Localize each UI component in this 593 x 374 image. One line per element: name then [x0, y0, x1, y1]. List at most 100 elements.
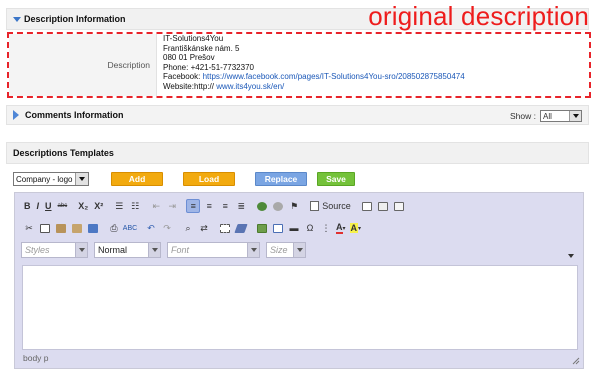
underline-button[interactable]: U [43, 199, 54, 213]
align-group: ≡ ≡ ≡ ≣ [185, 197, 249, 215]
description-label: Description [9, 34, 157, 96]
indent-icon[interactable]: ⇥ [165, 199, 179, 213]
source-icon [310, 201, 320, 211]
spellcheck-icon[interactable]: ABC [123, 221, 137, 235]
paste-word-icon[interactable] [86, 221, 100, 235]
chevron-down-icon[interactable] [75, 173, 88, 185]
facebook-line: Facebook: https://www.facebook.com/pages… [163, 72, 465, 82]
indent-group: ⇤ ⇥ [148, 197, 180, 215]
special-char-icon[interactable]: Ω [303, 221, 317, 235]
save-button[interactable]: Save [317, 172, 355, 186]
show-label: Show : [510, 111, 536, 121]
background-color-button[interactable]: A ▾ [349, 221, 363, 235]
bulleted-list-icon[interactable]: ☷ [128, 199, 142, 213]
format-combo[interactable]: Normal [94, 242, 161, 258]
font-combo[interactable]: Font [167, 242, 260, 258]
document-group [359, 197, 407, 215]
resize-grip-icon[interactable] [572, 357, 580, 365]
unlink-icon[interactable] [271, 199, 285, 213]
collapse-arrow-icon[interactable] [13, 16, 21, 22]
descriptions-templates-header: Descriptions Templates [6, 142, 589, 164]
company-name: IT-Solutions4You [163, 34, 224, 43]
chevron-down-icon[interactable] [148, 243, 160, 257]
chevron-down-icon: ▾ [342, 225, 346, 232]
print-group: ⎙ ABC [106, 219, 138, 237]
link-group: ⚑ [254, 197, 302, 215]
website-line: Website:http:// www.its4you.sk/en/ [163, 81, 285, 91]
text-style-group: B I U abc [21, 197, 70, 215]
subscript-button[interactable]: X₂ [76, 199, 90, 213]
replace-icon[interactable]: ⇄ [197, 221, 211, 235]
list-group: ☰ ☷ [111, 197, 143, 215]
new-page-icon[interactable] [360, 199, 374, 213]
bold-button[interactable]: B [22, 199, 33, 213]
align-center-icon[interactable]: ≡ [202, 199, 216, 213]
replace-button[interactable]: Replace [255, 172, 307, 186]
toolbar-collapse-icon[interactable] [567, 252, 575, 260]
section-title: Comments Information [25, 110, 124, 120]
strikethrough-button[interactable]: abc [56, 199, 70, 213]
editor-content-area[interactable] [22, 254, 578, 350]
size-combo[interactable]: Size [266, 242, 306, 258]
paste-icon[interactable] [54, 221, 68, 235]
align-justify-icon[interactable]: ≣ [234, 199, 248, 213]
load-button[interactable]: Load [183, 172, 235, 186]
horizontal-line-icon[interactable]: ▬ [287, 221, 301, 235]
anchor-flag-icon[interactable]: ⚑ [287, 199, 301, 213]
toolbar-row-3: Styles Normal Font Size [21, 241, 312, 259]
text-color-button[interactable]: A ▾ [335, 221, 347, 235]
toolbar-row-1: B I U abc X₂ X² ☰ ☷ ⇤ ⇥ ≡ ≡ ≡ ≣ ⚑ Source [21, 197, 412, 215]
link-icon[interactable] [255, 199, 269, 213]
cut-icon[interactable]: ✂ [22, 221, 36, 235]
section-title: Description Information [24, 14, 126, 24]
chevron-down-icon[interactable] [75, 243, 87, 257]
redo-icon[interactable]: ↷ [160, 221, 174, 235]
styles-combo[interactable]: Styles [21, 242, 88, 258]
preview-icon[interactable] [376, 199, 390, 213]
add-button[interactable]: Add [111, 172, 163, 186]
source-group: Source [307, 197, 354, 215]
template-select[interactable]: Company - logo [13, 172, 89, 186]
element-path: body p [23, 353, 49, 363]
print-icon[interactable]: ⎙ [107, 221, 121, 235]
insert-group: ▬ Ω ⋮ A ▾ A ▾ [254, 219, 363, 237]
select-all-icon[interactable] [218, 221, 232, 235]
chevron-down-icon[interactable] [247, 243, 259, 257]
find-group: ⌕ ⇄ [180, 219, 212, 237]
remove-format-icon[interactable] [234, 221, 248, 235]
comments-information-header[interactable]: Comments Information Show : All [6, 105, 589, 125]
table-icon[interactable] [271, 221, 285, 235]
align-right-icon[interactable]: ≡ [218, 199, 232, 213]
show-select[interactable]: All [540, 110, 582, 122]
templates-icon[interactable] [392, 199, 406, 213]
street: Františkánske nám. 5 [163, 43, 240, 53]
paste-text-icon[interactable] [70, 221, 84, 235]
undo-group: ↶ ↷ [143, 219, 175, 237]
show-filter: Show : All [510, 106, 582, 126]
italic-button[interactable]: I [35, 199, 42, 213]
outdent-icon[interactable]: ⇤ [149, 199, 163, 213]
align-left-icon[interactable]: ≡ [186, 199, 201, 213]
chevron-down-icon[interactable] [569, 111, 581, 121]
facebook-link[interactable]: https://www.facebook.com/pages/IT-Soluti… [203, 72, 465, 81]
website-link[interactable]: www.its4you.sk/en/ [216, 82, 284, 91]
find-icon[interactable]: ⌕ [181, 221, 195, 235]
expand-arrow-icon[interactable] [13, 110, 19, 120]
undo-icon[interactable]: ↶ [144, 221, 158, 235]
source-button[interactable]: Source [307, 198, 354, 214]
numbered-list-icon[interactable]: ☰ [112, 199, 126, 213]
city: 080 01 Prešov [163, 53, 215, 63]
chevron-down-icon[interactable] [293, 243, 305, 257]
copy-icon[interactable] [38, 221, 52, 235]
select-group [217, 219, 249, 237]
image-icon[interactable] [255, 221, 269, 235]
show-blocks-icon[interactable]: ⋮ [319, 221, 333, 235]
original-description-annotation: original description [368, 1, 589, 31]
superscript-button[interactable]: X² [92, 199, 105, 213]
description-value: IT-Solutions4You Františkánske nám. 5 08… [163, 34, 583, 92]
template-controls: Company - logo Add Load Replace Save [13, 171, 355, 187]
phone: Phone: +421-51-7732370 [163, 62, 254, 72]
chevron-down-icon: ▾ [358, 225, 362, 232]
rich-text-editor: B I U abc X₂ X² ☰ ☷ ⇤ ⇥ ≡ ≡ ≡ ≣ ⚑ Source… [14, 192, 584, 369]
script-group: X₂ X² [75, 197, 106, 215]
